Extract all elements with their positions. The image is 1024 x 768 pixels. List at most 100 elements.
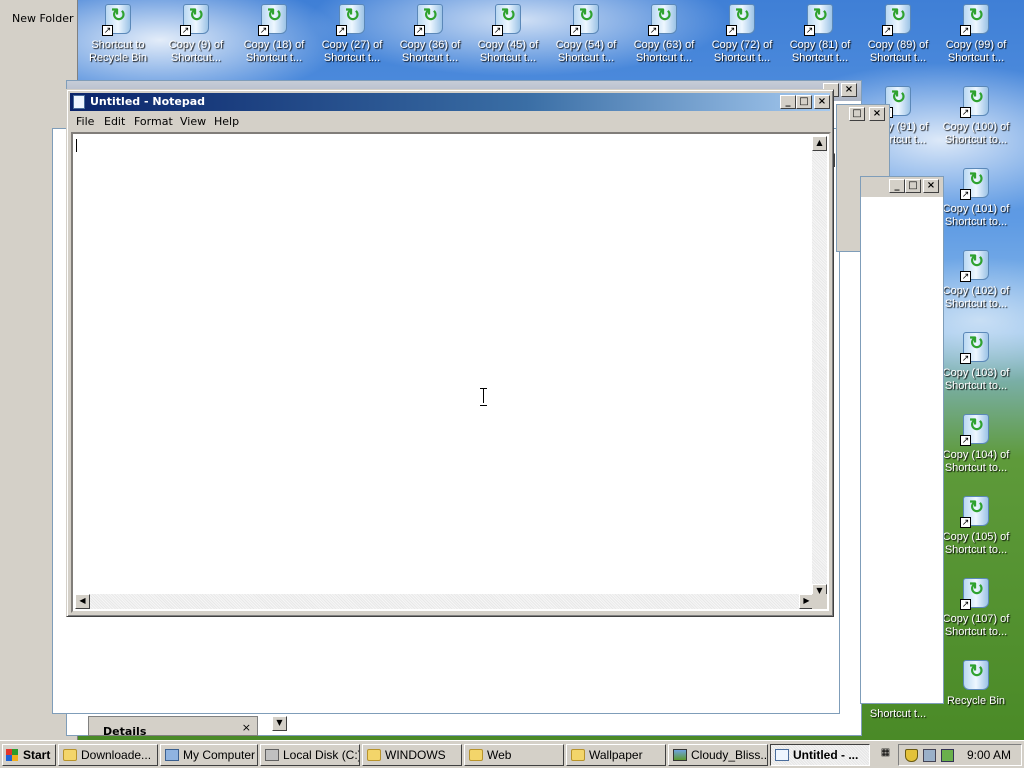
icon-label-line2: Shortcut t... — [713, 52, 771, 64]
recycle-bin-shortcut-icon: ↗ — [960, 250, 992, 282]
icon-label-line2: Shortcut to... — [944, 298, 1008, 310]
desktop-icon[interactable]: ↗ Copy (100) of Shortcut to... — [938, 86, 1014, 147]
taskbar: Start Downloade... My Computer Local Dis… — [0, 740, 1024, 768]
folder-icon — [469, 749, 483, 761]
taskbar-button-windows[interactable]: WINDOWS — [362, 744, 462, 766]
icon-label-line1: Copy (104) of — [942, 449, 1010, 461]
taskbar-button-cloudy-bliss[interactable]: Cloudy_Bliss... — [668, 744, 768, 766]
taskbar-button-my-computer[interactable]: My Computer — [160, 744, 258, 766]
recycle-bin-shortcut-icon: ↗ — [570, 4, 602, 36]
notepad-icon — [775, 749, 789, 761]
icon-label-line2: Shortcut to... — [944, 216, 1008, 228]
recycle-bin-shortcut-icon: ↗ — [960, 332, 992, 364]
menu-format[interactable]: Format — [134, 115, 173, 128]
details-panel-header[interactable]: Details × — [88, 716, 258, 738]
desktop-icon-label-fragment[interactable]: Shortcut t... — [860, 708, 936, 721]
background-window[interactable]: _ □ × — [860, 176, 944, 704]
icon-label-line1: Copy (54) of — [555, 39, 617, 51]
icon-label-line2: Shortcut to... — [944, 134, 1008, 146]
resize-grip-icon[interactable] — [812, 594, 827, 609]
icon-label-line2: Shortcut to... — [944, 380, 1008, 392]
menu-file[interactable]: File — [76, 115, 94, 128]
desktop-icon[interactable]: ↗ Copy (103) of Shortcut to... — [938, 332, 1014, 393]
icon-label-line2: Shortcut t... — [557, 52, 615, 64]
new-folder-label[interactable]: New Folder — [12, 12, 73, 25]
text-editor-area[interactable]: ▲ ▼ ◀ ▶ — [71, 132, 831, 613]
image-icon — [673, 749, 687, 761]
desktop-icon[interactable]: ↗ Copy (27) of Shortcut t... — [314, 4, 390, 65]
maximize-button[interactable]: □ — [849, 107, 865, 121]
folder-icon — [571, 749, 585, 761]
taskbar-button-wallpaper[interactable]: Wallpaper — [566, 744, 666, 766]
taskbar-button-label: Untitled - ... — [793, 748, 859, 762]
taskbar-button-notepad[interactable]: Untitled - ... — [770, 744, 870, 766]
icon-label-line1: Copy (81) of — [789, 39, 851, 51]
recycle-bin-shortcut-icon: ↗ — [960, 168, 992, 200]
minimize-button[interactable]: _ — [780, 95, 796, 109]
minimize-button[interactable]: _ — [889, 179, 905, 193]
recycle-bin-icon — [960, 660, 992, 692]
icon-label-line2: Shortcut to... — [944, 626, 1008, 638]
icon-label-line2: Shortcut t... — [869, 52, 927, 64]
desktop-icon[interactable]: ↗ Copy (45) of Shortcut t... — [470, 4, 546, 65]
desktop-icon[interactable]: ↗ Copy (105) of Shortcut to... — [938, 496, 1014, 557]
desktop-icon[interactable]: ↗ Copy (101) of Shortcut to... — [938, 168, 1014, 229]
desktop-icon[interactable]: ↗ Shortcut to Recycle Bin — [80, 4, 156, 65]
icon-label-line2: Shortcut t... — [791, 52, 849, 64]
desktop-icon[interactable]: ↗ Copy (99) of Shortcut t... — [938, 4, 1014, 65]
desktop-icon[interactable]: ↗ Copy (36) of Shortcut t... — [392, 4, 468, 65]
recycle-bin-shortcut-icon: ↗ — [492, 4, 524, 36]
recycle-bin-shortcut-icon: ↗ — [960, 496, 992, 528]
close-button[interactable]: × — [869, 107, 885, 121]
taskbar-button-local-disk[interactable]: Local Disk (C:) — [260, 744, 360, 766]
close-button[interactable]: × — [923, 179, 939, 193]
icon-label-line1: Copy (99) of — [945, 39, 1007, 51]
network-icon[interactable] — [923, 749, 936, 762]
icon-label-line1: Copy (107) of — [942, 613, 1010, 625]
network-status-icon[interactable] — [941, 749, 954, 762]
desktop-icon[interactable]: ↗ Copy (72) of Shortcut t... — [704, 4, 780, 65]
icon-label-line2: Recycle Bin — [88, 52, 148, 64]
desktop-icon[interactable]: ↗ Copy (89) of Shortcut t... — [860, 4, 936, 65]
icon-label-line1: Copy (36) of — [399, 39, 461, 51]
icon-label-line1: Copy (101) of — [942, 203, 1010, 215]
menu-help[interactable]: Help — [214, 115, 239, 128]
close-button[interactable]: × — [841, 83, 857, 97]
desktop-icon[interactable]: ↗ Copy (102) of Shortcut to... — [938, 250, 1014, 311]
recycle-bin-shortcut-icon: ↗ — [726, 4, 758, 36]
start-button[interactable]: Start — [2, 744, 56, 766]
text-caret — [76, 139, 77, 152]
desktop-icon[interactable]: ↗ Copy (81) of Shortcut t... — [782, 4, 858, 65]
horizontal-scrollbar[interactable]: ◀ ▶ — [75, 594, 814, 609]
desktop-icon[interactable]: ↗ Copy (18) of Shortcut t... — [236, 4, 312, 65]
icon-label-line2: Shortcut t... — [323, 52, 381, 64]
desktop-icon[interactable]: ↗ Copy (104) of Shortcut to... — [938, 414, 1014, 475]
notepad-window[interactable]: Untitled - Notepad _ □ × File Edit Forma… — [66, 89, 834, 617]
icon-label-line1: Copy (9) of — [168, 39, 224, 51]
menu-edit[interactable]: Edit — [104, 115, 125, 128]
menu-bar: File Edit Format View Help — [70, 112, 830, 131]
folder-icon — [63, 749, 77, 761]
scroll-up-button[interactable]: ▲ — [812, 136, 827, 151]
desktop-icon[interactable]: ↗ Copy (9) of Shortcut... — [158, 4, 234, 65]
taskbar-button-downloads[interactable]: Downloade... — [58, 744, 158, 766]
close-icon[interactable]: × — [242, 721, 251, 734]
desktop-icon[interactable]: ↗ Copy (107) of Shortcut to... — [938, 578, 1014, 639]
dropdown-arrow-icon[interactable]: ▼ — [272, 716, 287, 731]
notepad-titlebar[interactable]: Untitled - Notepad _ □ × — [70, 93, 830, 111]
close-button[interactable]: × — [814, 95, 830, 109]
desktop-icon[interactable]: ↗ Copy (63) of Shortcut t... — [626, 4, 702, 65]
desktop-icon[interactable]: Recycle Bin — [938, 660, 1014, 708]
menu-view[interactable]: View — [180, 115, 206, 128]
maximize-button[interactable]: □ — [905, 179, 921, 193]
maximize-button[interactable]: □ — [796, 95, 812, 109]
taskbar-button-label: Cloudy_Bliss... — [691, 748, 768, 762]
clock[interactable]: 9:00 AM — [967, 748, 1011, 762]
taskbar-button-web[interactable]: Web — [464, 744, 564, 766]
scroll-left-button[interactable]: ◀ — [75, 594, 90, 609]
keyboard-icon[interactable]: ▦ — [878, 747, 893, 762]
vertical-scrollbar[interactable]: ▲ ▼ — [812, 136, 827, 599]
desktop-icon[interactable]: ↗ Copy (54) of Shortcut t... — [548, 4, 624, 65]
security-shield-icon[interactable] — [905, 749, 918, 762]
icon-label-line2: Shortcut t... — [947, 52, 1005, 64]
